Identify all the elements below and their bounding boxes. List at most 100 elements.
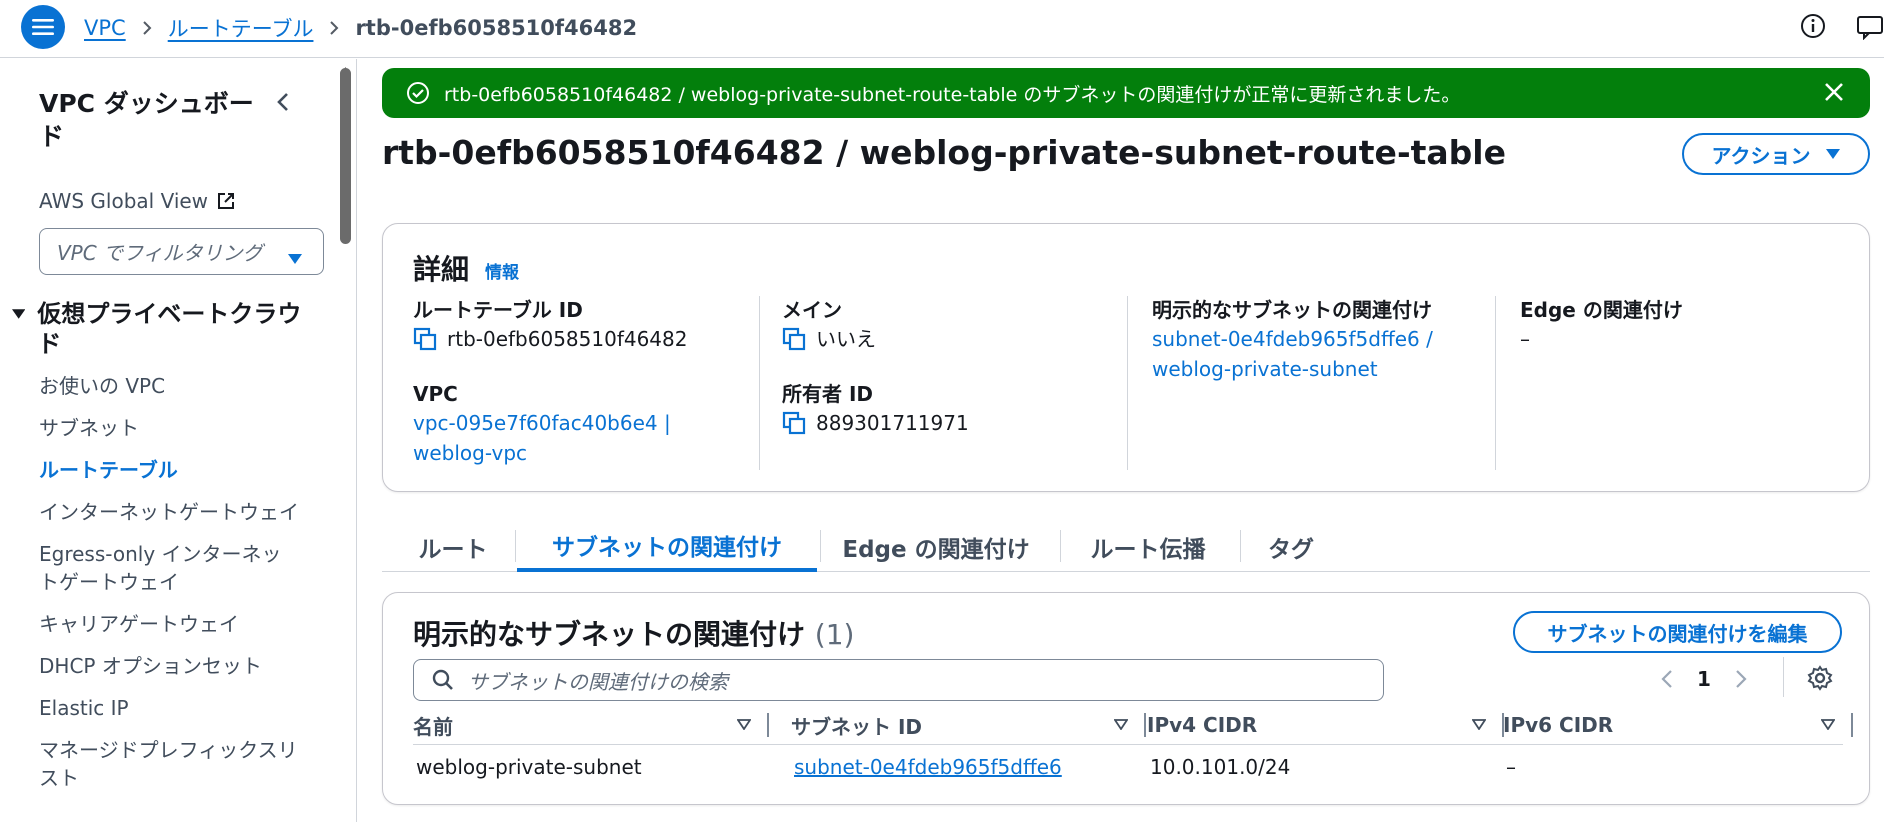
details-container: 詳細 情報 ルートテーブル ID rtb-0efb6058510f46482 V… [382,223,1870,492]
sidebar-item-dhcp-option-sets[interactable]: DHCP オプションセット [39,652,339,680]
tab-routes[interactable]: ルート [412,522,494,572]
sidebar-item-elastic-ip[interactable]: Elastic IP [39,694,339,722]
route-table-id-value: rtb-0efb6058510f46482 [413,324,753,354]
vpc-filter-select[interactable]: VPC でフィルタリング [39,228,324,275]
breadcrumb-vpc[interactable]: VPC [84,16,126,40]
column-name-label: 名前 [413,714,453,739]
details-column-3: 明示的なサブネットの関連付け subnet-0e4fdeb965f5dffe6 … [1127,296,1497,470]
vpc-filter-placeholder: VPC でフィルタリング [57,241,263,265]
tab-divider [515,530,516,562]
actions-button[interactable]: アクション [1682,133,1870,175]
caret-down-icon [287,246,303,270]
explicit-subnet-link[interactable]: subnet-0e4fdeb965f5dffe6 / [1152,324,1497,354]
tab-edge-associations[interactable]: Edge の関連付け [842,522,1030,572]
column-resizer[interactable] [767,713,769,737]
cell-name: weblog-private-subnet [416,755,642,779]
pagination: 1 [1661,667,1747,691]
top-navigation: VPC ルートテーブル rtb-0efb6058510f46482 [0,0,1884,58]
main-label: メイン [782,298,842,322]
tab-subnet-associations[interactable]: サブネットの関連付け [517,522,817,572]
vpc-label: VPC [413,382,458,406]
sidebar-item-internet-gateways[interactable]: インターネットゲートウェイ [39,498,299,526]
sidebar-section-label: 仮想プライベートクラウド [37,300,302,358]
breadcrumb-current: rtb-0efb6058510f46482 [355,16,638,40]
chevron-left-icon[interactable] [1661,669,1673,689]
tab-tags[interactable]: タグ [1262,522,1320,572]
copy-icon[interactable] [782,327,806,351]
column-header-name[interactable]: 名前 [413,707,769,743]
tab-list: ルート サブネットの関連付け Edge の関連付け ルート伝播 タグ [382,522,1870,572]
info-link[interactable]: 情報 [485,258,519,283]
hamburger-icon [32,19,54,35]
table-header: 名前 サブネット ID IPv4 CIDR IPv6 CIDR [413,707,1853,745]
route-table-id-label: ルートテーブル ID [413,298,583,322]
collapse-sidebar-button[interactable] [276,91,290,117]
sidebar-section-vpc[interactable]: 仮想プライベートクラウド [12,299,312,359]
sidebar-title[interactable]: VPC ダッシュボード [39,87,259,153]
external-link-icon [218,193,235,209]
vpc-name-link[interactable]: weblog-vpc [413,438,753,468]
column-header-subnet-id[interactable]: サブネット ID [791,707,1146,743]
sort-icon [1472,719,1486,730]
breadcrumb-route-tables[interactable]: ルートテーブル [168,13,314,43]
route-table-id-text: rtb-0efb6058510f46482 [447,327,688,351]
sort-icon [1821,719,1835,730]
sidebar-item-egress-only-gateways[interactable]: Egress-only インターネットゲートウェイ [39,540,299,596]
current-page[interactable]: 1 [1697,667,1711,691]
caret-down-icon [12,309,26,319]
main-text: いいえ [816,327,876,351]
close-icon[interactable] [1824,82,1844,107]
sidebar-scrollbar[interactable] [340,68,351,244]
details-column-2: メイン いいえ 所有者 ID 889301711971 [759,296,1129,470]
explicit-subnet-label: 明示的なサブネットの関連付け [1152,298,1432,322]
sidebar-item-carrier-gateways[interactable]: キャリアゲートウェイ [39,610,339,638]
owner-id-text: 889301711971 [816,411,969,435]
caret-down-icon [1825,149,1840,159]
sidebar-item-managed-prefix-lists[interactable]: マネージドプレフィックスリスト [39,736,299,792]
column-header-ipv6-cidr[interactable]: IPv6 CIDR [1503,707,1853,743]
gear-icon[interactable] [1807,665,1833,695]
details-column-1: ルートテーブル ID rtb-0efb6058510f46482 VPC vpc… [413,296,753,470]
column-subnet-id-label: サブネット ID [791,714,923,739]
sidebar-item-your-vpcs[interactable]: お使いの VPC [39,372,339,400]
actions-label: アクション [1711,143,1811,168]
column-header-ipv4-cidr[interactable]: IPv4 CIDR [1147,707,1504,743]
associations-count: (1) [814,618,855,651]
sidebar-item-route-tables[interactable]: ルートテーブル [39,456,339,484]
edge-association-label: Edge の関連付け [1520,298,1683,322]
search-icon [432,669,454,691]
column-resizer[interactable] [1851,713,1853,737]
edge-association-value: – [1520,327,1530,351]
side-navigation: VPC ダッシュボード AWS Global View VPC でフィルタリング… [0,59,357,822]
feedback-panel-icon[interactable] [1856,14,1884,44]
column-resizer[interactable] [1144,713,1146,737]
edit-subnet-associations-button[interactable]: サブネットの関連付けを編集 [1513,611,1842,653]
chevron-right-icon[interactable] [1735,669,1747,689]
aws-global-view-link[interactable]: AWS Global View [39,189,236,213]
sidebar-item-subnets[interactable]: サブネット [39,414,339,442]
copy-icon[interactable] [413,327,437,351]
tab-divider [820,530,821,562]
sort-icon [737,719,751,730]
flash-message: rtb-0efb6058510f46482 / weblog-private-s… [444,83,1461,106]
success-flash: rtb-0efb6058510f46482 / weblog-private-s… [382,68,1870,118]
aws-global-view-label: AWS Global View [39,189,209,213]
tab-divider [1060,530,1061,562]
info-icon[interactable] [1800,13,1826,43]
sort-icon [1114,719,1128,730]
associations-heading: 明示的なサブネットの関連付け (1) [413,613,854,653]
cell-subnet-id: subnet-0e4fdeb965f5dffe6 [794,755,1062,779]
tab-route-propagation[interactable]: ルート伝播 [1082,522,1214,572]
associations-heading-text: 明示的なサブネットの関連付け [413,618,806,651]
subnet-id-link[interactable]: subnet-0e4fdeb965f5dffe6 [794,755,1062,779]
main-value: いいえ [782,324,1129,354]
vpc-link[interactable]: vpc-095e7f60fac40b6e4 | [413,408,753,438]
menu-button[interactable] [21,5,65,49]
copy-icon[interactable] [782,411,806,435]
owner-id-label: 所有者 ID [782,382,874,406]
sidebar-list: お使いの VPC サブネット ルートテーブル インターネットゲートウェイ Egr… [39,372,339,792]
associations-search-input[interactable]: サブネットの関連付けの検索 [413,659,1384,701]
explicit-subnet-name-link[interactable]: weblog-private-subnet [1152,354,1497,384]
tab-divider [1240,530,1241,562]
success-check-icon [406,81,430,105]
